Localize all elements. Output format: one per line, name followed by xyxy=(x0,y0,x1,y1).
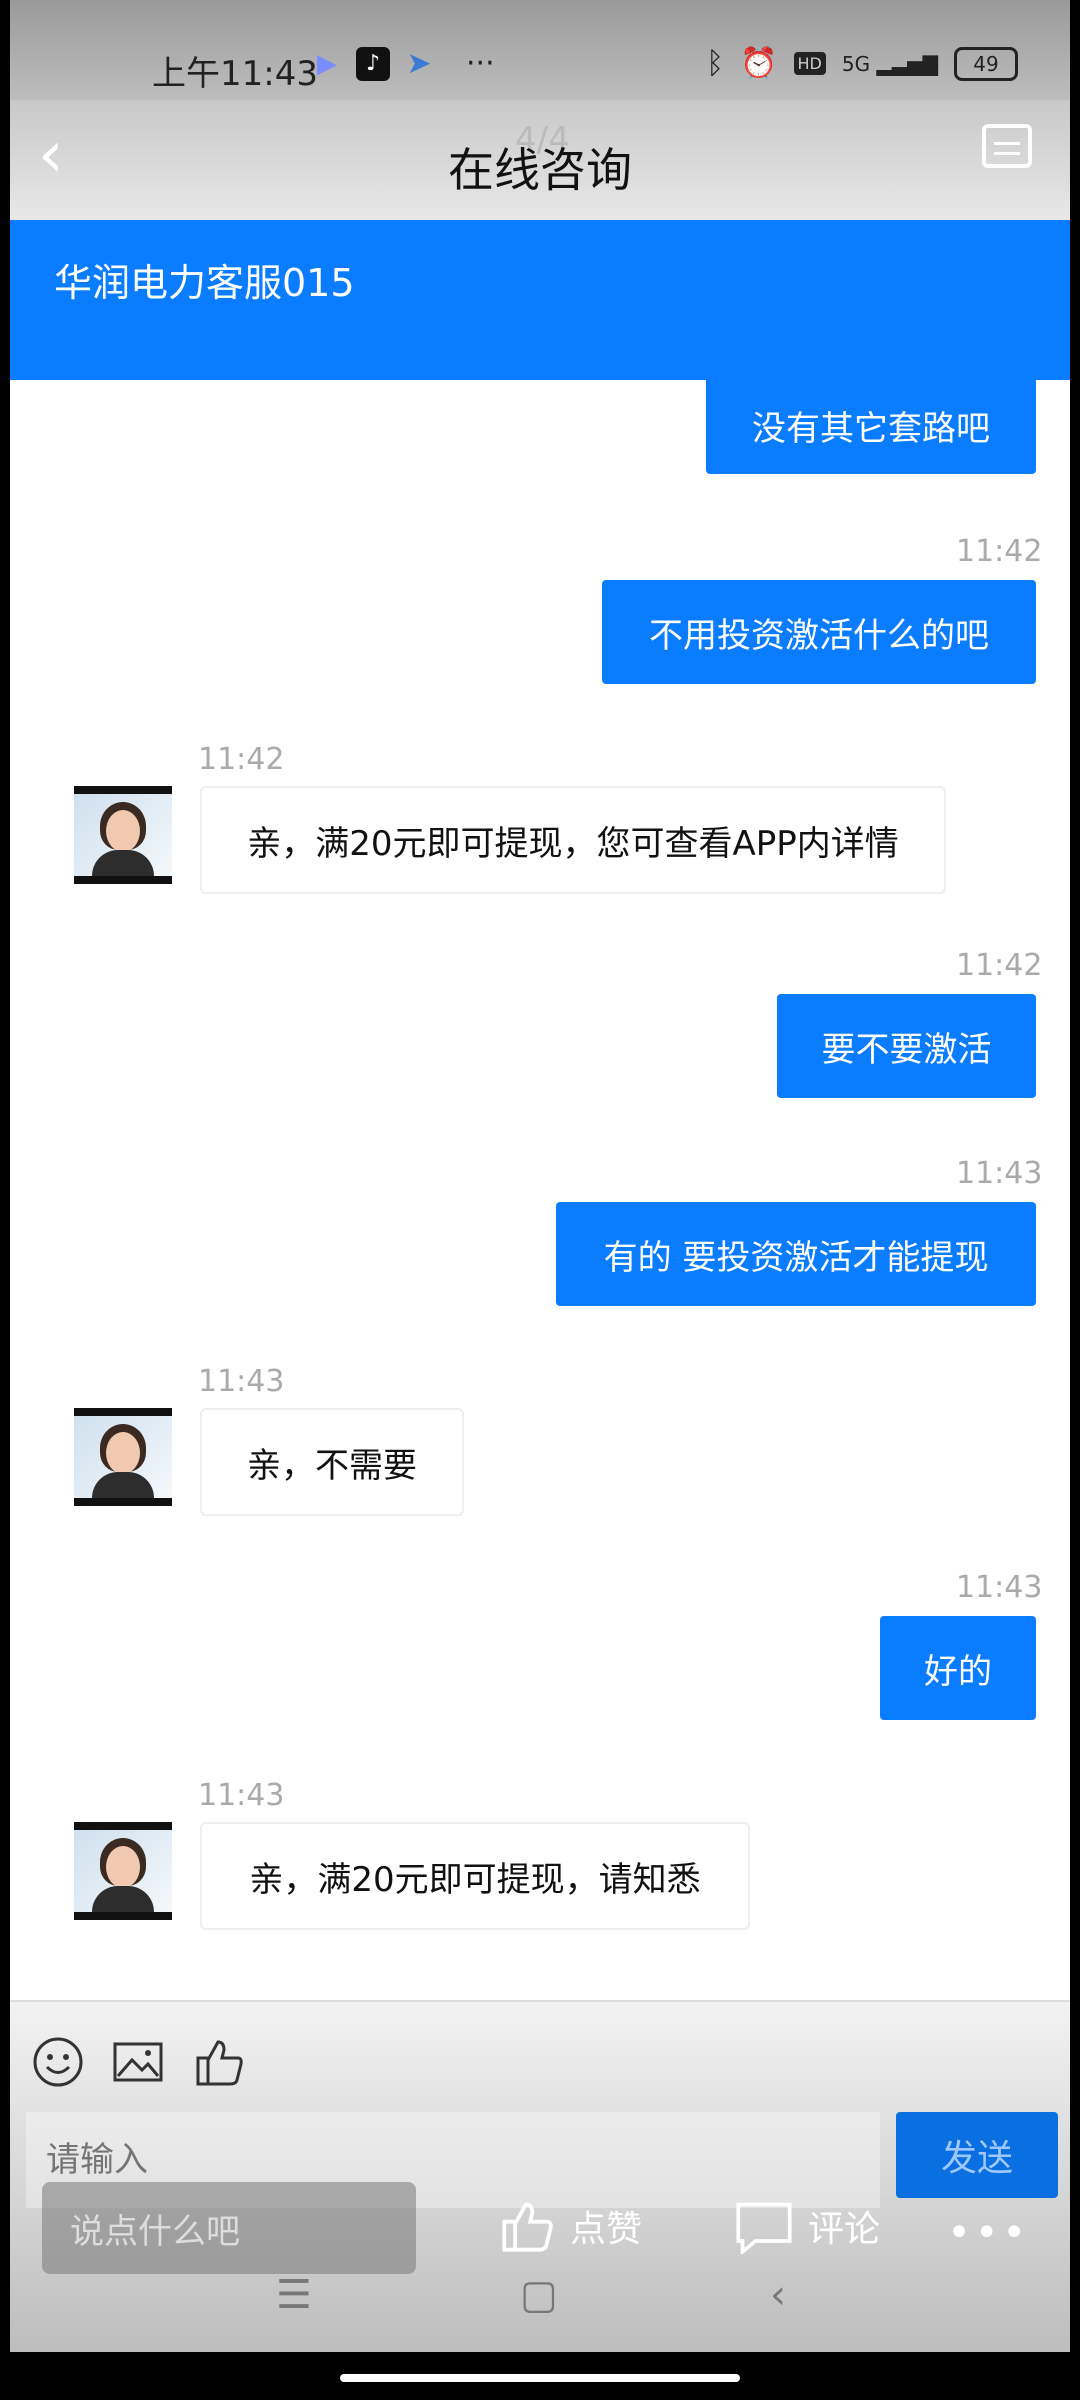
app-screen: 上午11:43 ▶ ♪ ➤ ··· ᛒ ⏰ HD 5G ▂▃▅▇ 49 ‹ 4/… xyxy=(10,0,1070,2352)
status-right-icons: ᛒ ⏰ HD 5G ▂▃▅▇ 49 xyxy=(706,46,1018,81)
home-icon[interactable]: ▢ xyxy=(520,2272,558,2318)
chat-area[interactable]: 没有其它套路吧 11:42 不用投资激活什么的吧 11:42 亲，满20元即可提… xyxy=(10,376,1070,2000)
message-time: 11:42 xyxy=(198,742,285,777)
tiktok-app-icon: ♪ xyxy=(356,46,390,81)
message-time: 11:43 xyxy=(198,1364,285,1399)
emoji-icon[interactable] xyxy=(32,2036,84,2088)
message-bubble-outgoing: 没有其它套路吧 xyxy=(706,376,1036,474)
network-type: 5G xyxy=(841,51,871,76)
composer-divider xyxy=(10,2000,1070,2002)
home-indicator[interactable] xyxy=(340,2374,740,2382)
thumbs-up-icon[interactable] xyxy=(194,2036,246,2088)
message-text: 亲，满20元即可提现，您可查看APP内详情 xyxy=(247,823,899,864)
agent-avatar xyxy=(74,1822,172,1920)
agent-header: 华润电力客服015 xyxy=(10,220,1070,380)
title-bar: ‹ 4/4 在线咨询 xyxy=(10,100,1070,220)
like-button[interactable]: 点赞 xyxy=(500,2198,642,2254)
message-text: 亲，满20元即可提现，请知悉 xyxy=(249,1859,701,1900)
image-icon[interactable] xyxy=(112,2036,164,2088)
more-icon[interactable]: ••• xyxy=(947,2210,1030,2256)
hd-icon: HD xyxy=(793,52,826,75)
paper-plane-app-icon: ➤ xyxy=(406,46,432,81)
message-text: 要不要激活 xyxy=(821,1029,992,1070)
status-time: 上午11:43 xyxy=(152,54,318,94)
menu-icon[interactable] xyxy=(982,124,1032,168)
page-title: 在线咨询 xyxy=(448,143,632,197)
message-bubble-outgoing: 要不要激活 xyxy=(777,994,1036,1098)
comment-button[interactable]: 评论 xyxy=(734,2198,880,2254)
like-label: 点赞 xyxy=(570,2209,643,2250)
status-notification-icons: ▶ ♪ ➤ ··· xyxy=(310,46,495,81)
play-app-icon: ▶ xyxy=(317,48,337,79)
message-bubble-outgoing: 不用投资激活什么的吧 xyxy=(602,580,1036,684)
message-bubble-incoming: 亲，满20元即可提现，请知悉 xyxy=(200,1822,750,1930)
message-text: 没有其它套路吧 xyxy=(752,408,990,449)
message-time: 11:42 xyxy=(956,534,1043,569)
battery-level: 49 xyxy=(973,51,999,76)
like-icon xyxy=(502,2202,553,2252)
message-text: 不用投资激活什么的吧 xyxy=(649,615,989,656)
comment-input[interactable]: 说点什么吧 xyxy=(42,2182,416,2274)
more-notifications-icon: ··· xyxy=(466,46,495,81)
battery-icon: 49 xyxy=(954,46,1018,81)
recent-apps-icon[interactable]: ☰ xyxy=(276,2272,312,2318)
bluetooth-icon: ᛒ xyxy=(706,46,725,81)
agent-name: 华润电力客服015 xyxy=(54,261,355,305)
message-bubble-outgoing: 好的 xyxy=(880,1616,1036,1720)
composer-panel: 发送 说点什么吧 点赞 评论 ••• ☰ ▢ ‹ xyxy=(10,2000,1070,2352)
alarm-icon: ⏰ xyxy=(740,46,778,81)
comment-icon xyxy=(736,2202,792,2254)
comment-label: 评论 xyxy=(808,2209,881,2250)
system-back-icon[interactable]: ‹ xyxy=(770,2272,786,2318)
message-time: 11:42 xyxy=(956,948,1043,983)
send-button[interactable]: 发送 xyxy=(896,2112,1058,2198)
message-text: 有的 要投资激活才能提现 xyxy=(603,1237,989,1278)
message-bubble-incoming: 亲，不需要 xyxy=(200,1408,464,1516)
agent-avatar xyxy=(74,1408,172,1506)
message-time: 11:43 xyxy=(198,1778,285,1813)
message-text: 亲，不需要 xyxy=(247,1445,417,1486)
agent-avatar xyxy=(74,786,172,884)
message-time: 11:43 xyxy=(956,1570,1043,1605)
message-text: 好的 xyxy=(924,1651,992,1692)
message-bubble-incoming: 亲，满20元即可提现，您可查看APP内详情 xyxy=(200,786,946,894)
signal-icon: 5G ▂▃▅▇ xyxy=(841,51,938,76)
message-bubble-outgoing: 有的 要投资激活才能提现 xyxy=(556,1202,1036,1306)
message-time: 11:43 xyxy=(956,1156,1043,1191)
